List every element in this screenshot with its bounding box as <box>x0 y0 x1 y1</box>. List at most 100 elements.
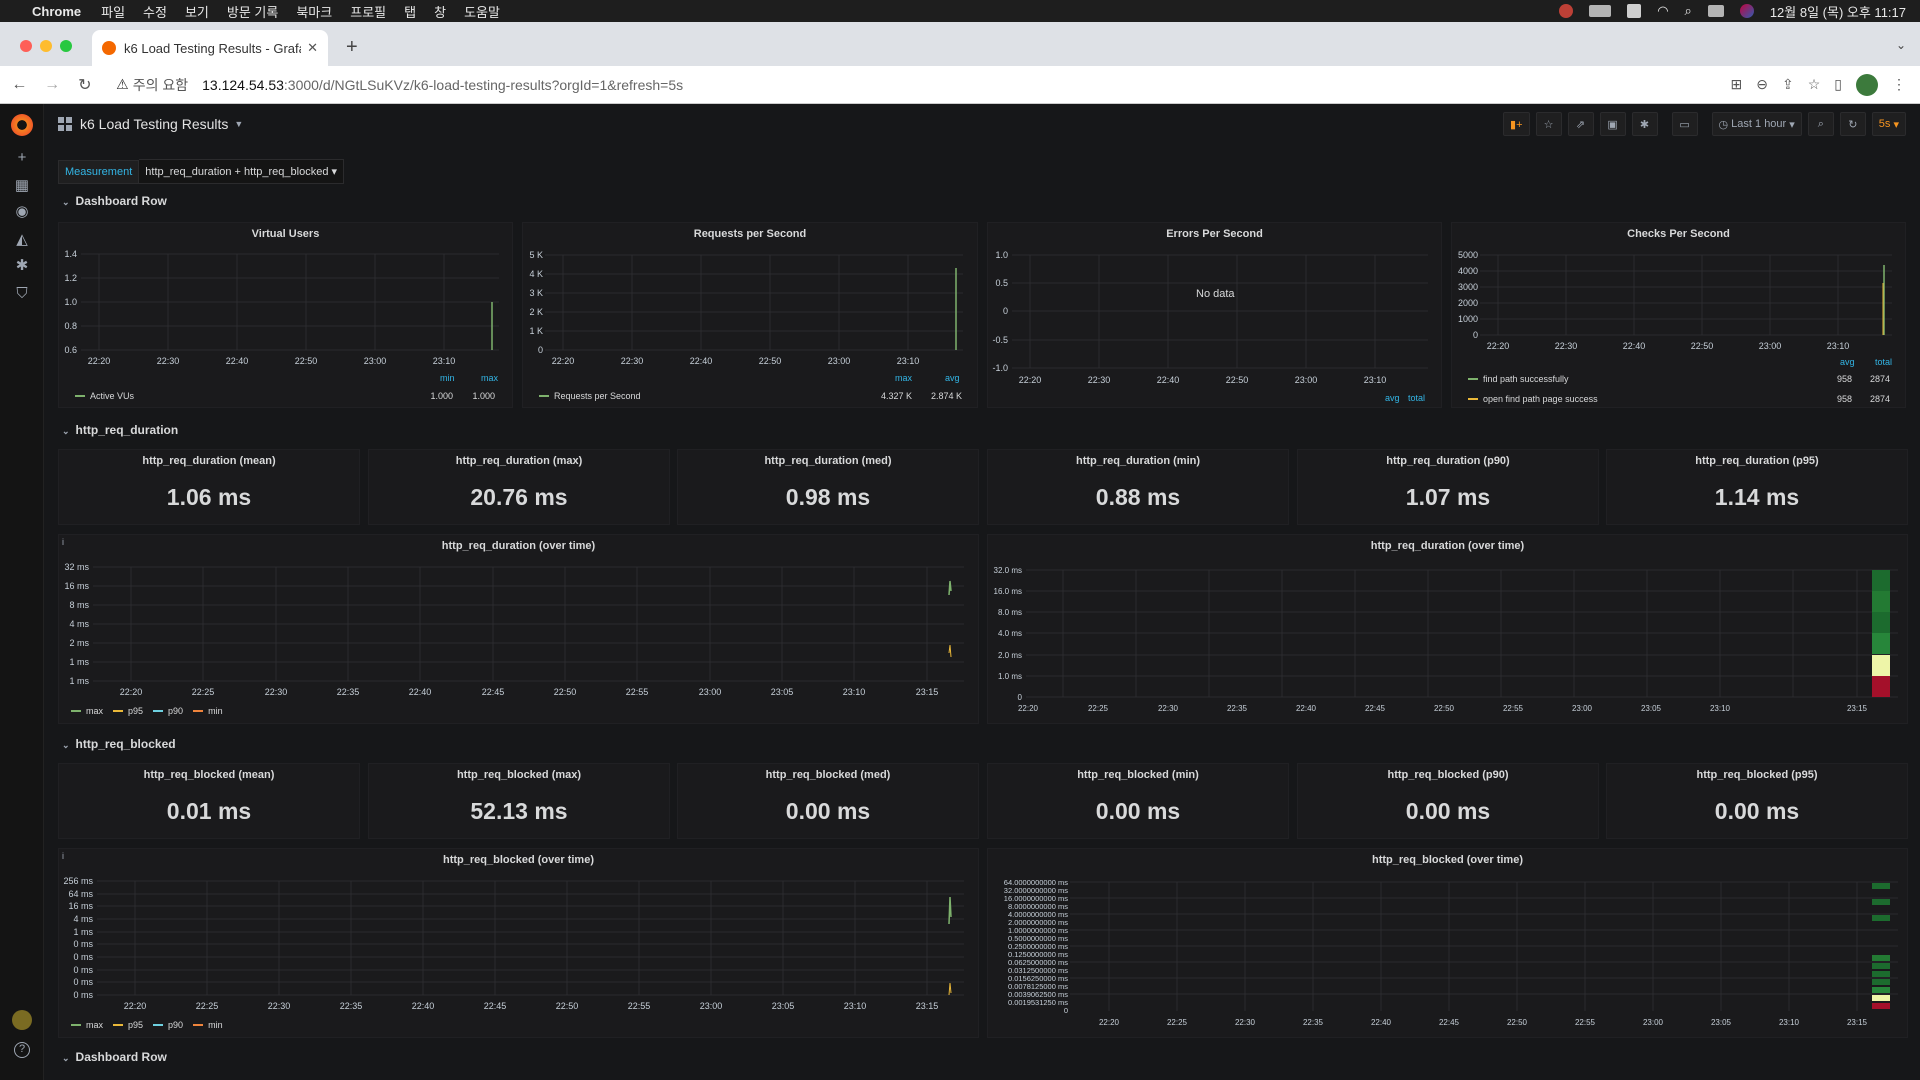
legend-item[interactable]: p90 <box>153 706 183 716</box>
server-admin-shield-icon[interactable]: ⛉ <box>14 286 30 302</box>
browser-tab-active[interactable]: k6 Load Testing Results - Grafana ✕ <box>92 30 328 66</box>
legend-item[interactable]: min <box>193 1020 223 1030</box>
menu-bar-clock[interactable]: 12월 8일 (목) 오후 11:17 <box>1770 2 1906 21</box>
menu-help[interactable]: 도움말 <box>464 2 500 21</box>
record-status-icon[interactable] <box>1559 4 1574 18</box>
stat-panel[interactable]: http_req_blocked (min) 0.00 ms <box>987 763 1289 839</box>
row-header[interactable]: ⌄ Dashboard Row <box>62 1050 167 1064</box>
input-source-icon[interactable] <box>1627 4 1642 18</box>
time-picker-button[interactable]: ◷ Last 1 hour ▾ <box>1711 112 1802 136</box>
explore-compass-icon[interactable]: ◉ <box>14 204 30 220</box>
panel-virtual-users[interactable]: Virtual Users 1.4 1.2 1.0 0.8 0.6 22:20 … <box>58 222 513 408</box>
legend-item[interactable]: min <box>193 706 223 716</box>
user-avatar[interactable] <box>12 1010 32 1030</box>
address-bar[interactable]: ⚠ 주의 요함 13.124.54.53:3000/d/NGtLSuKVz/k6… <box>108 71 1730 99</box>
legend-header-avg[interactable]: avg <box>1385 393 1400 403</box>
battery-icon[interactable] <box>1589 5 1612 17</box>
stat-panel[interactable]: http_req_blocked (med) 0.00 ms <box>677 763 979 839</box>
add-panel-icon[interactable]: ▮+ <box>1503 112 1530 136</box>
tab-search-chevron-icon[interactable]: ⌄ <box>1896 38 1906 52</box>
star-dashboard-icon[interactable]: ☆ <box>1535 112 1562 136</box>
menu-bookmarks[interactable]: 북마크 <box>296 2 332 21</box>
legend-header-max[interactable]: max <box>895 373 912 383</box>
minimize-window-button[interactable] <box>40 40 52 52</box>
legend-item[interactable]: open find path page success <box>1468 394 1598 404</box>
caret-down-icon[interactable]: ▼ <box>234 119 243 129</box>
menu-profile[interactable]: 프로필 <box>350 2 386 21</box>
menu-view[interactable]: 보기 <box>185 2 209 21</box>
panel-errors-per-second[interactable]: Errors Per Second 1.0 0.5 0 -0.5 -1.0 22… <box>987 222 1442 408</box>
legend-item[interactable]: p95 <box>113 706 143 716</box>
dashboards-icon[interactable]: ▦ <box>14 178 30 194</box>
dashboard-grid-icon[interactable] <box>58 117 72 131</box>
refresh-interval-picker[interactable]: 5s ▾ <box>1871 112 1906 136</box>
reload-button[interactable]: ↻ <box>71 75 98 95</box>
legend-item[interactable]: find path successfully <box>1468 374 1569 384</box>
legend-header-total[interactable]: total <box>1408 393 1425 403</box>
dashboard-title[interactable]: k6 Load Testing Results <box>80 116 228 132</box>
legend-header-min[interactable]: min <box>440 373 455 383</box>
variable-value-dropdown[interactable]: http_req_duration + http_req_blocked ▾ <box>139 159 345 184</box>
refresh-icon[interactable]: ↻ <box>1839 112 1866 136</box>
zoom-icon[interactable]: ⊖ <box>1756 76 1768 93</box>
panel-checks-per-second[interactable]: Checks Per Second 5000 4000 3000 2000 10… <box>1451 222 1906 408</box>
translate-icon[interactable]: ⊞ <box>1731 76 1743 93</box>
stat-panel[interactable]: http_req_duration (min) 0.88 ms <box>987 449 1289 525</box>
menu-tab[interactable]: 탭 <box>404 2 416 21</box>
spotlight-search-icon[interactable]: ⌕ <box>1685 3 1692 19</box>
row-header[interactable]: ⌄ Dashboard Row <box>62 194 167 208</box>
save-dashboard-icon[interactable]: ▣ <box>1599 112 1626 136</box>
configuration-gear-icon[interactable]: ✱ <box>14 258 30 274</box>
grafana-logo-icon[interactable] <box>11 114 33 136</box>
legend-item[interactable]: p90 <box>153 1020 183 1030</box>
share-icon[interactable]: ⇪ <box>1782 76 1794 93</box>
legend-header-max[interactable]: max <box>481 373 498 383</box>
wifi-icon[interactable]: ◠ <box>1657 3 1668 19</box>
stat-panel[interactable]: http_req_blocked (mean) 0.01 ms <box>58 763 360 839</box>
stat-panel[interactable]: http_req_duration (p95) 1.14 ms <box>1606 449 1908 525</box>
side-panel-icon[interactable]: ▯ <box>1834 76 1842 93</box>
forward-button[interactable]: → <box>39 76 66 94</box>
stat-panel[interactable]: http_req_blocked (p95) 0.00 ms <box>1606 763 1908 839</box>
menu-history[interactable]: 방문 기록 <box>227 2 278 21</box>
stat-panel[interactable]: http_req_duration (max) 20.76 ms <box>368 449 670 525</box>
help-icon[interactable]: ? <box>14 1042 30 1058</box>
panel-duration-graph[interactable]: i http_req_duration (over time) 32 ms 16… <box>58 534 979 724</box>
warning-icon[interactable]: ⚠ <box>116 76 129 93</box>
url-path[interactable]: :3000/d/NGtLSuKVz/k6-load-testing-result… <box>284 77 683 93</box>
profile-avatar[interactable] <box>1856 73 1879 96</box>
panel-blocked-graph[interactable]: i http_req_blocked (over time) 256 ms 64… <box>58 848 979 1038</box>
new-tab-button[interactable]: + <box>346 36 358 59</box>
panel-blocked-heatmap[interactable]: http_req_blocked (over time) 64.00000000… <box>987 848 1908 1038</box>
chrome-menu-icon[interactable]: ⋮ <box>1892 76 1906 93</box>
security-warning-label[interactable]: 주의 요함 <box>133 75 188 95</box>
alerting-bell-icon[interactable]: ◭ <box>14 232 30 248</box>
stat-panel[interactable]: http_req_duration (p90) 1.07 ms <box>1297 449 1599 525</box>
legend-header-avg[interactable]: avg <box>945 373 960 383</box>
tv-mode-icon[interactable]: ▭ <box>1671 112 1698 136</box>
stat-panel[interactable]: http_req_duration (mean) 1.06 ms <box>58 449 360 525</box>
zoom-out-icon[interactable]: ⌕ <box>1807 112 1834 136</box>
legend-header-avg[interactable]: avg <box>1840 357 1855 367</box>
menu-app-chrome[interactable]: Chrome <box>32 4 81 19</box>
share-dashboard-icon[interactable]: ⇗ <box>1567 112 1594 136</box>
url-host[interactable]: 13.124.54.53 <box>202 77 284 93</box>
zoom-window-button[interactable] <box>60 40 72 52</box>
panel-duration-heatmap[interactable]: http_req_duration (over time) 32.0 ms 16… <box>987 534 1908 724</box>
stat-panel[interactable]: http_req_blocked (p90) 0.00 ms <box>1297 763 1599 839</box>
siri-icon[interactable] <box>1739 4 1754 18</box>
legend-item[interactable]: Active VUs <box>75 391 134 401</box>
menu-file[interactable]: 파일 <box>101 2 125 21</box>
legend-item[interactable]: max <box>71 1020 103 1030</box>
back-button[interactable]: ← <box>6 76 33 94</box>
control-center-icon[interactable] <box>1707 5 1724 17</box>
legend-item[interactable]: max <box>71 706 103 716</box>
legend-item[interactable]: Requests per Second <box>539 391 641 401</box>
menu-window[interactable]: 창 <box>434 2 446 21</box>
create-plus-icon[interactable]: + <box>14 150 30 166</box>
close-window-button[interactable] <box>20 40 32 52</box>
panel-requests-per-second[interactable]: Requests per Second 5 K 4 K 3 K 2 K 1 K … <box>522 222 978 408</box>
legend-item[interactable]: p95 <box>113 1020 143 1030</box>
close-tab-icon[interactable]: ✕ <box>307 40 318 56</box>
row-header[interactable]: ⌄ http_req_duration <box>62 423 178 437</box>
